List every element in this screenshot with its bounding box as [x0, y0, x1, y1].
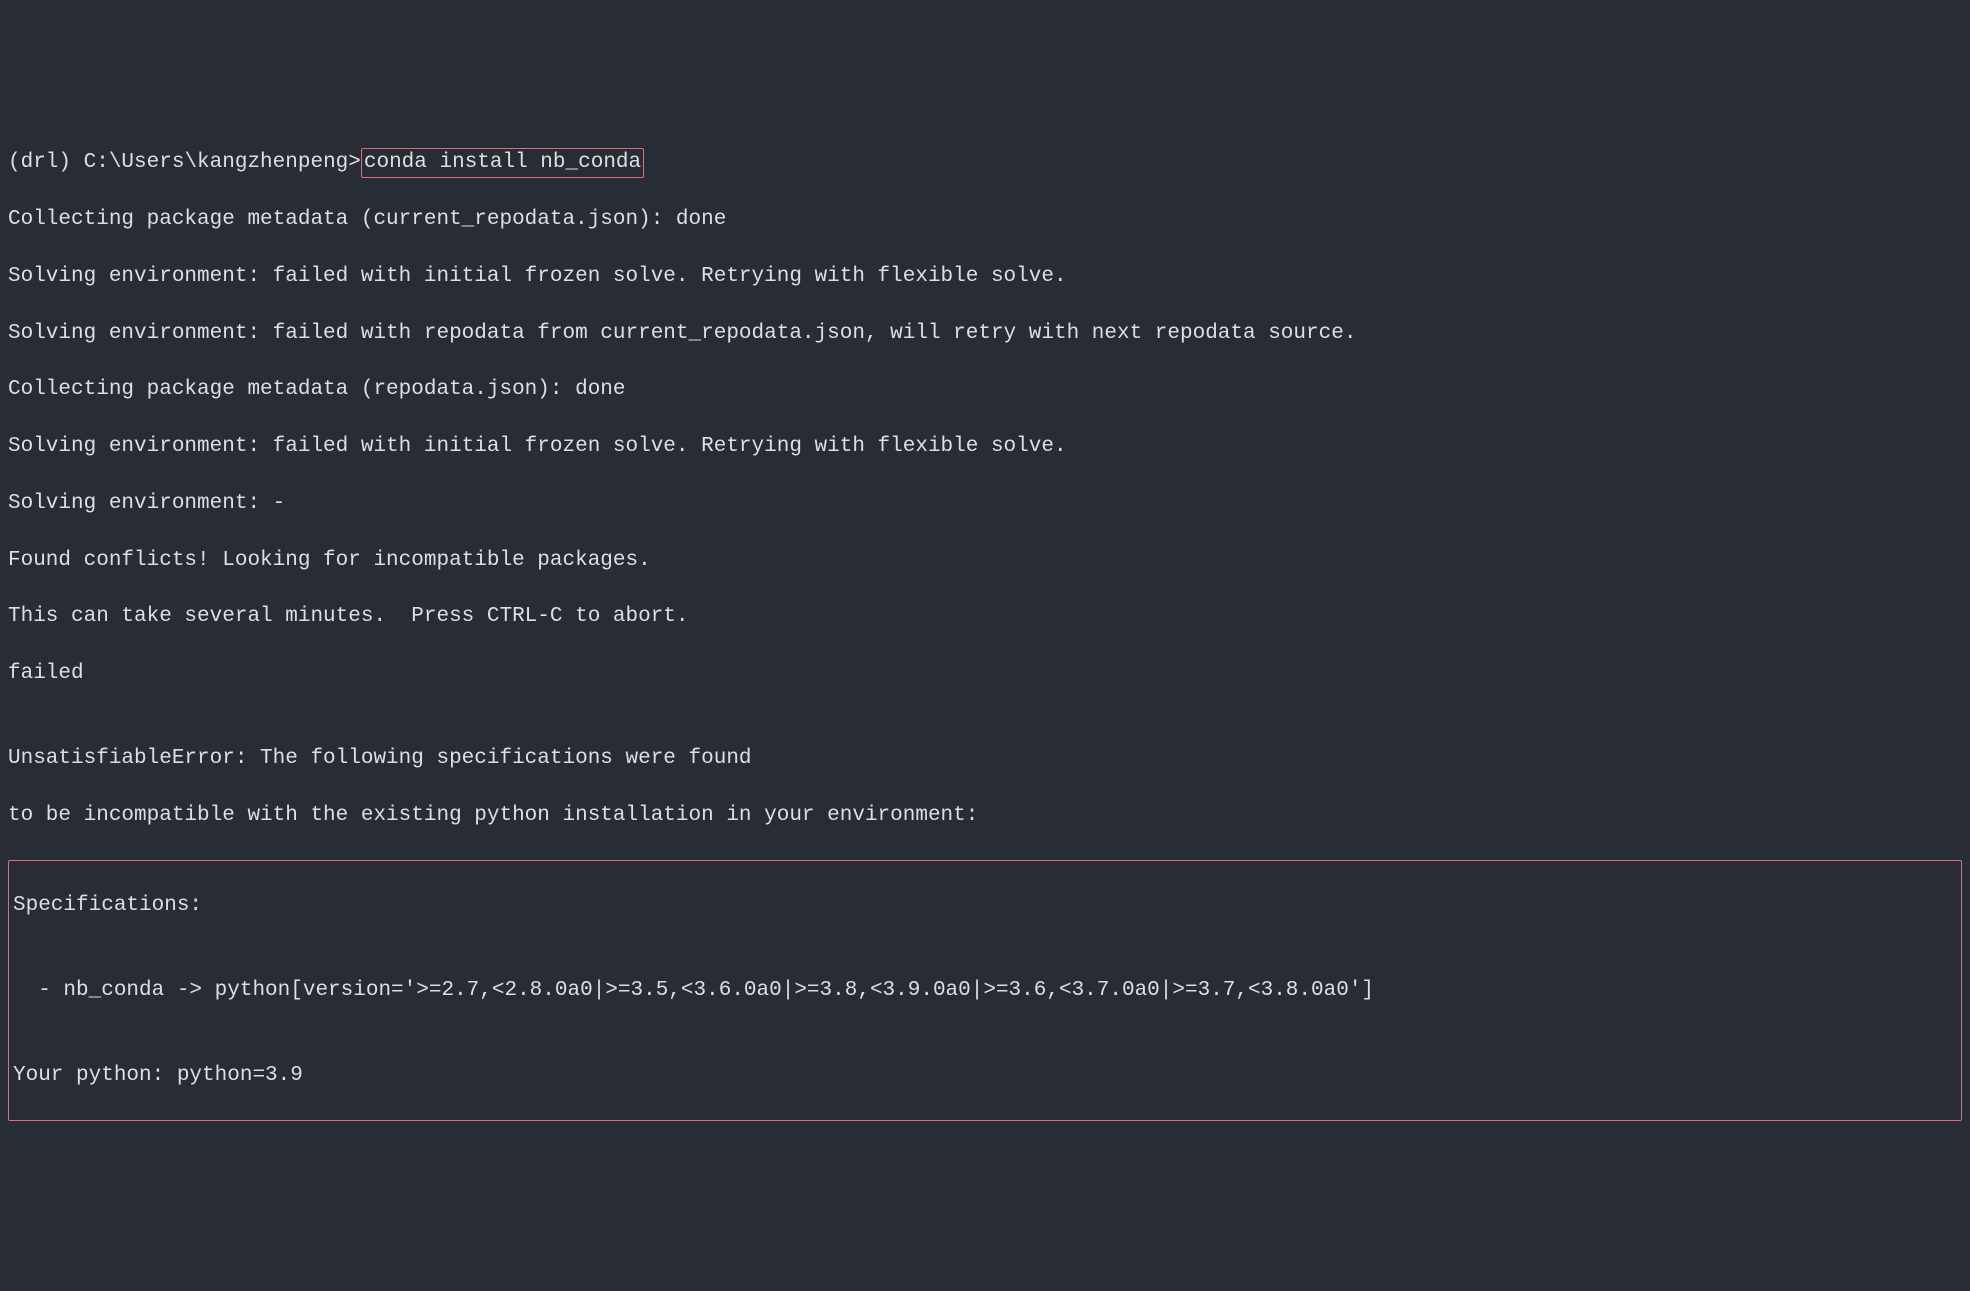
- prompt-line[interactable]: (drl) C:\Users\kangzhenpeng>conda instal…: [8, 148, 1962, 178]
- output-line: to be incompatible with the existing pyt…: [8, 802, 1962, 830]
- terminal-output: (drl) C:\Users\kangzhenpeng>conda instal…: [8, 119, 1962, 1149]
- output-line: Solving environment: -: [8, 490, 1962, 518]
- output-line: Collecting package metadata (repodata.js…: [8, 376, 1962, 404]
- output-line: This can take several minutes. Press CTR…: [8, 603, 1962, 631]
- spec-line: Your python: python=3.9: [13, 1062, 1957, 1090]
- spec-line: Specifications:: [13, 892, 1957, 920]
- output-line: failed: [8, 660, 1962, 688]
- prompt-env: (drl): [8, 151, 84, 174]
- output-line: Found conflicts! Looking for incompatibl…: [8, 547, 1962, 575]
- output-line: Solving environment: failed with repodat…: [8, 320, 1962, 348]
- command-highlight: conda install nb_conda: [361, 148, 644, 178]
- spec-line: - nb_conda -> python[version='>=2.7,<2.8…: [13, 977, 1957, 1005]
- output-line: Solving environment: failed with initial…: [8, 263, 1962, 291]
- output-line: UnsatisfiableError: The following specif…: [8, 745, 1962, 773]
- prompt-path: C:\Users\kangzhenpeng>: [84, 151, 361, 174]
- specifications-highlight: Specifications: - nb_conda -> python[ver…: [8, 860, 1962, 1121]
- output-line: Collecting package metadata (current_rep…: [8, 206, 1962, 234]
- output-line: Solving environment: failed with initial…: [8, 433, 1962, 461]
